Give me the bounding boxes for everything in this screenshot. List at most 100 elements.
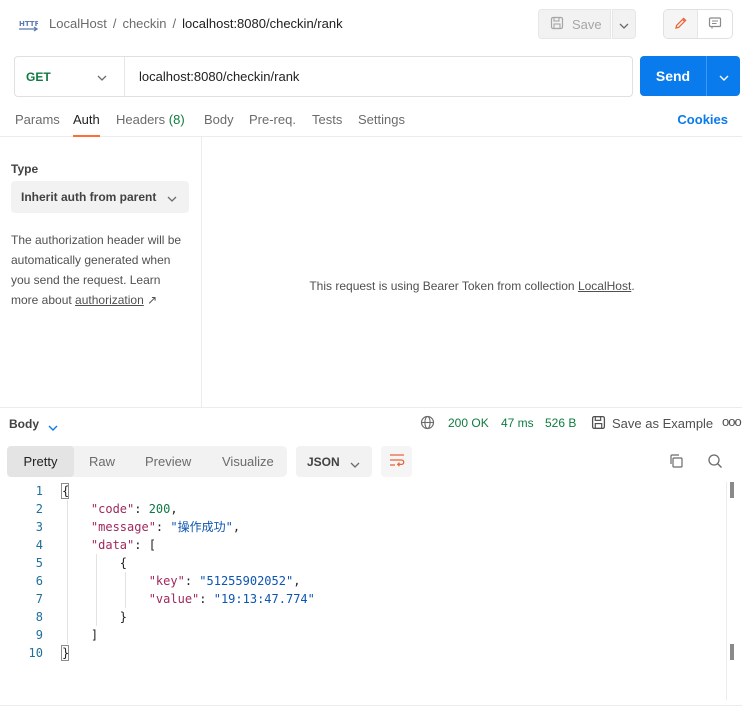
code-text: "value": "19:13:47.774": [62, 590, 315, 608]
response-size[interactable]: 526 B: [545, 416, 576, 430]
json-token: }: [62, 610, 128, 624]
json-token: "code": [62, 502, 135, 516]
line-number: 8: [35, 610, 43, 624]
chevron-down-icon: [619, 17, 629, 32]
status-code[interactable]: 200 OK: [448, 416, 489, 430]
chevron-down-icon[interactable]: [48, 419, 58, 434]
save-icon: [591, 415, 606, 433]
tab-settings[interactable]: Settings: [358, 112, 405, 127]
json-token: "key": [62, 574, 185, 588]
globe-icon[interactable]: [420, 415, 435, 433]
auth-message-suffix: .: [631, 279, 635, 293]
external-link-icon: ↗: [147, 293, 158, 307]
line-number: 2: [35, 502, 43, 516]
breadcrumb-collection[interactable]: LocalHost: [49, 16, 107, 31]
response-format-select[interactable]: JSON: [296, 446, 372, 477]
comment-icon: [708, 16, 722, 33]
line-number: 7: [35, 592, 43, 606]
json-token: :: [155, 520, 171, 534]
svg-text:HTTP: HTTP: [19, 20, 38, 28]
code-line: 1{: [0, 482, 720, 500]
collection-link[interactable]: LocalHost: [578, 279, 631, 293]
json-token: "51255902052": [199, 574, 294, 588]
json-token: "message": [62, 520, 156, 534]
chevron-down-icon: [350, 457, 360, 471]
response-header: Body 200 OK 47 ms 526 B Save as Example …: [0, 407, 742, 437]
save-as-example-button[interactable]: Save as Example: [612, 416, 713, 431]
auth-type-label: Type: [11, 162, 39, 176]
response-format-value: JSON: [307, 454, 340, 469]
wrap-lines-button[interactable]: [381, 446, 412, 477]
more-options-icon[interactable]: ooo: [722, 414, 742, 429]
request-tabs: Params Auth Headers (8) Body Pre-req. Te…: [0, 104, 742, 137]
tab-visualize[interactable]: Visualize: [222, 446, 274, 477]
response-view-tabs: Pretty Raw Preview Visualize: [7, 446, 287, 477]
json-token: : [: [134, 538, 156, 552]
json-token: ,: [232, 520, 241, 534]
json-token: {: [62, 556, 128, 570]
code-line: 3 "message": "操作成功",: [0, 518, 720, 536]
tab-headers[interactable]: Headers (8): [116, 112, 185, 127]
breadcrumb-current-request[interactable]: localhost:8080/checkin/rank: [182, 16, 342, 31]
line-number: 1: [35, 484, 43, 498]
auth-message-text: This request is using Bearer Token from …: [309, 279, 575, 293]
tab-pretty[interactable]: Pretty: [7, 446, 74, 477]
tab-raw[interactable]: Raw: [89, 446, 115, 477]
tab-auth[interactable]: Auth: [73, 112, 100, 127]
tab-preview[interactable]: Preview: [145, 446, 191, 477]
editor-scrollbar-marker[interactable]: [730, 644, 734, 660]
auth-description: The authorization header will be automat…: [11, 230, 191, 310]
auth-type-panel: Type Inherit auth from parent The author…: [0, 137, 202, 407]
json-token: ,: [293, 574, 301, 588]
send-button-group: Send: [640, 56, 740, 96]
code-line: 7 "value": "19:13:47.774": [0, 590, 720, 608]
url-input[interactable]: localhost:8080/checkin/rank: [139, 69, 299, 84]
search-icon[interactable]: [707, 453, 723, 472]
response-body-editor[interactable]: 1{2 "code": 200, 3 "message": "操作成功", 4 "d…: [0, 482, 742, 700]
send-options-button[interactable]: [707, 69, 740, 84]
save-button[interactable]: Save: [538, 9, 611, 39]
code-text: {: [62, 554, 127, 572]
editor-scrollbar-marker[interactable]: [730, 482, 734, 498]
json-token: :: [184, 574, 200, 588]
json-token: "19:13:47.774": [213, 592, 315, 606]
json-token: "data": [62, 538, 135, 552]
tab-body[interactable]: Body: [204, 112, 234, 127]
chevron-down-icon: [167, 191, 177, 205]
edit-mode-button[interactable]: [664, 10, 698, 38]
tab-prereq[interactable]: Pre-req.: [249, 112, 296, 127]
view-mode-toggle: [663, 9, 733, 39]
response-body-label[interactable]: Body: [9, 417, 39, 431]
method-select[interactable]: GET: [15, 57, 125, 96]
code-line: 5 {: [0, 554, 720, 572]
pencil-icon: [674, 16, 688, 33]
line-number: 6: [35, 574, 43, 588]
code-line: 8 }: [0, 608, 720, 626]
send-button[interactable]: Send: [640, 68, 706, 84]
comments-mode-button[interactable]: [698, 10, 732, 38]
tab-tests[interactable]: Tests: [312, 112, 342, 127]
code-text: }: [62, 608, 127, 626]
copy-icon[interactable]: [668, 453, 684, 472]
editor-scrollbar-track[interactable]: [726, 482, 727, 700]
line-number: 9: [35, 628, 43, 642]
json-token: ]: [62, 628, 99, 642]
save-options-button[interactable]: [612, 9, 636, 39]
code-text: }: [62, 644, 69, 662]
line-number: 10: [28, 646, 43, 660]
cookies-link[interactable]: Cookies: [677, 112, 728, 127]
authorization-docs-link[interactable]: authorization: [75, 293, 144, 307]
code-text: "message": "操作成功",: [62, 518, 240, 536]
breadcrumb-folder[interactable]: checkin: [122, 16, 166, 31]
wrap-lines-icon: [389, 453, 405, 470]
auth-info-panel: This request is using Bearer Token from …: [202, 137, 742, 407]
auth-type-select[interactable]: Inherit auth from parent: [11, 181, 189, 213]
tab-headers-label: Headers: [116, 112, 166, 127]
response-time[interactable]: 47 ms: [501, 416, 534, 430]
save-icon: [550, 16, 564, 33]
tab-params[interactable]: Params: [15, 112, 60, 127]
code-text: "code": 200,: [62, 500, 178, 518]
json-token: "操作成功": [170, 520, 233, 534]
line-number: 3: [35, 520, 43, 534]
breadcrumb: LocalHost / checkin / localhost:8080/checkin…: [49, 16, 343, 31]
